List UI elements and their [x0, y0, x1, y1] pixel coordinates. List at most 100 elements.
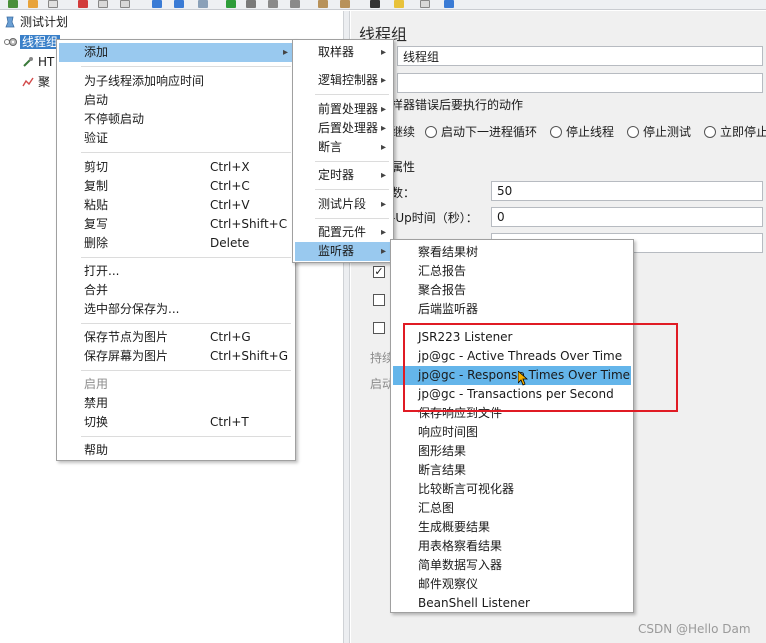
menu-item-save-screen-as-image[interactable]: 保存屏幕为图片 Ctrl+Shift+G: [59, 347, 293, 366]
submenu-item-logic-controller[interactable]: 逻辑控制器 ▸: [295, 71, 391, 90]
sampler-error-heading: 样器错误后要执行的动作: [391, 98, 524, 112]
action-stop-test[interactable]: 停止测试: [627, 123, 691, 140]
save-icon[interactable]: [48, 0, 58, 8]
search-icon[interactable]: [370, 0, 380, 8]
listener-view-results-in-table[interactable]: 用表格察看结果: [393, 537, 631, 556]
threads-label: 数：: [391, 186, 416, 200]
menu-item-start[interactable]: 启动: [59, 91, 293, 110]
radio-button[interactable]: [550, 126, 562, 138]
action-continue[interactable]: 继续: [391, 123, 415, 140]
chevron-right-icon: ▸: [381, 75, 387, 86]
submenu-item-listener[interactable]: 监听器 ▸: [295, 242, 391, 261]
chevron-right-icon: ▸: [381, 227, 387, 238]
listener-summary-report[interactable]: 汇总报告: [393, 262, 631, 281]
help-icon[interactable]: [444, 0, 454, 8]
action-stop-now[interactable]: 立即停止: [704, 123, 766, 140]
expand-icon[interactable]: [152, 0, 162, 8]
collapse-icon[interactable]: [174, 0, 184, 8]
copy-icon[interactable]: [98, 0, 108, 8]
menu-item-help[interactable]: 帮助: [59, 441, 293, 460]
add-submenu: 取样器 ▸ 逻辑控制器 ▸ 前置处理器 ▸ 后置处理器 ▸ 断言 ▸ 定时器 ▸ 测试片段 ▸…: [292, 39, 394, 263]
function-helper-icon[interactable]: [420, 0, 430, 8]
same-user-checkbox[interactable]: ✓: [373, 266, 385, 278]
menu-separator: [81, 66, 291, 67]
rampup-field[interactable]: [491, 207, 763, 227]
menu-item-start-no-pauses[interactable]: 不停顿启动: [59, 110, 293, 129]
tree-node-thread-group[interactable]: 线程组: [4, 33, 61, 51]
start-icon[interactable]: [226, 0, 236, 8]
gear-icon: [4, 35, 17, 47]
clear-icon[interactable]: [318, 0, 328, 8]
menu-item-cut[interactable]: 剪切 Ctrl+X: [59, 158, 293, 177]
shutdown-icon[interactable]: [290, 0, 300, 8]
listener-comparison-assertion-visualizer[interactable]: 比较断言可视化器: [393, 480, 631, 499]
tree-node-aggregate-report[interactable]: 聚: [22, 73, 50, 91]
listener-beanshell[interactable]: BeanShell Listener: [393, 594, 631, 613]
submenu-item-pre-processor[interactable]: 前置处理器 ▸: [295, 100, 391, 119]
action-stop-thread[interactable]: 停止线程: [550, 123, 614, 140]
radio-label: 继续: [391, 125, 416, 139]
listener-backend-listener[interactable]: 后端监听器: [393, 300, 631, 319]
listener-response-time-graph[interactable]: 响应时间图: [393, 423, 631, 442]
listener-mailer-visualizer[interactable]: 邮件观察仪: [393, 575, 631, 594]
cut-icon[interactable]: [78, 0, 88, 8]
menu-item-duplicate[interactable]: 复写 Ctrl+Shift+C: [59, 215, 293, 234]
tree-node-test-plan[interactable]: 测试计划: [4, 13, 68, 31]
listener-aggregate-report[interactable]: 聚合报告: [393, 281, 631, 300]
tree-node-http-sampler[interactable]: HT: [22, 53, 54, 71]
toggle-icon[interactable]: [198, 0, 208, 8]
menu-item-merge[interactable]: 合并: [59, 281, 293, 300]
menu-item-delete[interactable]: 删除 Delete: [59, 234, 293, 253]
submenu-item-post-processor[interactable]: 后置处理器 ▸: [295, 119, 391, 138]
menu-separator: [315, 189, 389, 190]
paste-icon[interactable]: [120, 0, 130, 8]
delay-thread-checkbox[interactable]: [373, 294, 385, 306]
watermark: CSDN @Hello Dam: [638, 622, 751, 636]
menu-item-open[interactable]: 打开...: [59, 262, 293, 281]
name-field[interactable]: [397, 46, 763, 66]
menu-item-paste[interactable]: 粘贴 Ctrl+V: [59, 196, 293, 215]
radio-button[interactable]: [425, 126, 437, 138]
comment-field[interactable]: [397, 73, 763, 93]
menu-item-copy[interactable]: 复制 Ctrl+C: [59, 177, 293, 196]
chevron-right-icon: ▸: [381, 246, 387, 257]
chevron-right-icon: ▸: [381, 170, 387, 181]
tree-node-label: HT: [38, 55, 55, 69]
listener-view-results-tree[interactable]: 察看结果树: [393, 243, 631, 262]
menu-item-add-think-time[interactable]: 为子线程添加响应时间: [59, 72, 293, 91]
menu-item-validate[interactable]: 验证: [59, 129, 293, 148]
stop-icon[interactable]: [268, 0, 278, 8]
menu-item-toggle[interactable]: 切换 Ctrl+T: [59, 413, 293, 432]
submenu-item-config-element[interactable]: 配置元件 ▸: [295, 223, 391, 242]
listener-submenu: 察看结果树 汇总报告 聚合报告 后端监听器 JSR223 Listener jp…: [390, 239, 634, 613]
start-no-pause-icon[interactable]: [246, 0, 256, 8]
listener-aggregate-graph[interactable]: 汇总图: [393, 499, 631, 518]
radio-button[interactable]: [704, 126, 716, 138]
listener-generate-summary-results[interactable]: 生成概要结果: [393, 518, 631, 537]
menu-item-disable[interactable]: 禁用: [59, 394, 293, 413]
annotation-highlight-box: [403, 323, 678, 412]
radio-button[interactable]: [627, 126, 639, 138]
folder-icon[interactable]: [28, 0, 38, 8]
menu-item-save-node-as-image[interactable]: 保存节点为图片 Ctrl+G: [59, 328, 293, 347]
properties-heading: 属性: [391, 160, 416, 174]
open-icon[interactable]: [8, 0, 18, 8]
chevron-right-icon: ▸: [381, 123, 387, 134]
clear-all-icon[interactable]: [340, 0, 350, 8]
listener-graph-results[interactable]: 图形结果: [393, 442, 631, 461]
submenu-item-sampler[interactable]: 取样器 ▸: [295, 43, 391, 62]
listener-assertion-results[interactable]: 断言结果: [393, 461, 631, 480]
submenu-item-timer[interactable]: 定时器 ▸: [295, 166, 391, 185]
submenu-item-assertion[interactable]: 断言 ▸: [295, 138, 391, 157]
threads-field[interactable]: [491, 181, 763, 201]
menu-item-add[interactable]: 添加 ▸: [59, 43, 293, 62]
menu-separator: [81, 152, 291, 153]
reset-search-icon[interactable]: [394, 0, 404, 8]
submenu-item-test-fragment[interactable]: 测试片段 ▸: [295, 195, 391, 214]
action-start-next-loop[interactable]: 启动下一进程循环: [425, 123, 537, 140]
menu-item-save-selection-as[interactable]: 选中部分保存为...: [59, 300, 293, 319]
shortcut-label: Ctrl+Shift+G: [210, 349, 289, 363]
menu-separator: [315, 161, 389, 162]
listener-simple-data-writer[interactable]: 简单数据写入器: [393, 556, 631, 575]
scheduler-checkbox[interactable]: [373, 322, 385, 334]
